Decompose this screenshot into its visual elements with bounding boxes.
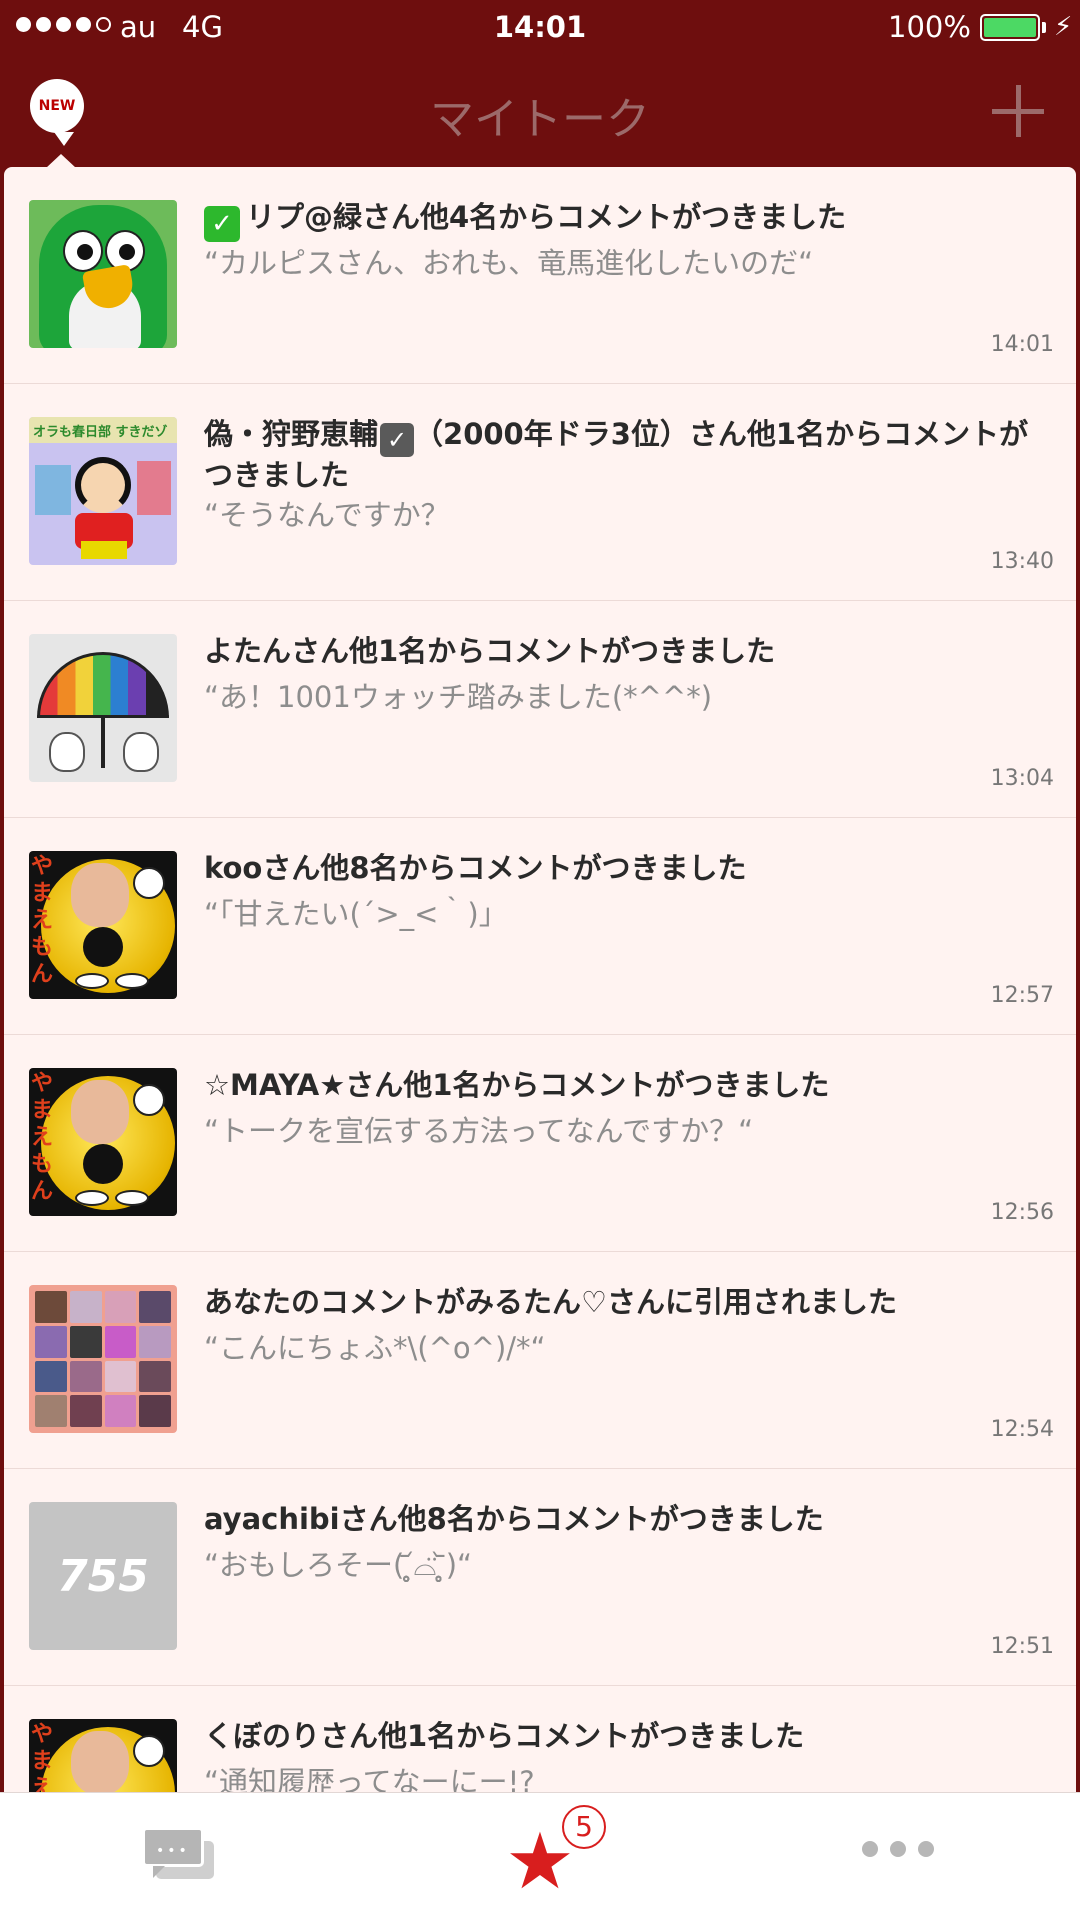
- charging-bolt-icon: ⚡: [1054, 12, 1073, 42]
- list-item[interactable]: 755 ayachibiさん他8名からコメントがつきました “おもしろそー( ̥…: [4, 1469, 1076, 1686]
- status-bar: au 4G 14:01 100% ⚡: [0, 0, 1080, 55]
- list-item[interactable]: やまえもん kooさん他8名からコメントがつきました “「甘えたい(´>_<｀)…: [4, 818, 1076, 1035]
- green-check-icon: ✓: [204, 206, 240, 242]
- avatar[interactable]: [29, 200, 177, 348]
- avatar[interactable]: やまえもん: [29, 1719, 177, 1792]
- avatar[interactable]: オラも春日部 すきだゾ: [29, 417, 177, 565]
- notification-quote: “おもしろそー( ̥̥̥̥̥̥̥̥᷄⌓̈ ̥̥̥̥̥̥̥̥᷅)“: [204, 1548, 473, 1582]
- notification-title: よたんさん他1名からコメントがつきました: [204, 634, 776, 668]
- notification-quote: “通知履歴ってなーにー!?: [204, 1765, 535, 1792]
- notification-list[interactable]: ✓ リプ@緑さん他4名からコメントがつきました “カルピスさん、おれも、竜馬進化し…: [4, 167, 1076, 1792]
- notification-time: 12:54: [990, 1417, 1054, 1442]
- notification-quote: “こんにちょふ*\(^o^)/*“: [204, 1331, 546, 1365]
- notification-time: 12:57: [990, 983, 1054, 1008]
- battery-tip: [1042, 22, 1046, 33]
- notification-title: ayachibiさん他8名からコメントがつきました: [204, 1502, 824, 1536]
- new-badge-pointer: [46, 154, 76, 168]
- notification-quote: “「甘えたい(´>_<｀)」: [204, 897, 508, 931]
- battery-icon: [980, 14, 1040, 41]
- list-item[interactable]: やまえもん くぼのりさん他1名からコメントがつきました “通知履歴ってなーにー!…: [4, 1686, 1076, 1792]
- more-dots-icon[interactable]: [862, 1841, 934, 1857]
- avatar[interactable]: 755: [29, 1502, 177, 1650]
- page-title: マイトーク: [430, 94, 650, 145]
- list-item[interactable]: やまえもん ☆MAYA★さん他1名からコメントがつきました “トークを宣伝する方…: [4, 1035, 1076, 1252]
- battery-percentage: 100%: [888, 10, 971, 44]
- notification-quote: “あ！1001ウォッチ踏みました(*^^*): [204, 680, 713, 714]
- nav-bar: NEW マイトーク: [0, 55, 1080, 167]
- notification-title: kooさん他8名からコメントがつきました: [204, 851, 747, 885]
- avatar[interactable]: やまえもん: [29, 1068, 177, 1216]
- list-item[interactable]: オラも春日部 すきだゾ 偽・狩野恵輔 ✓ （2000年ドラ3位）さん他1名からコメン…: [4, 384, 1076, 601]
- chat-bubbles-icon[interactable]: •••: [142, 1827, 216, 1885]
- list-item[interactable]: あなたのコメントがみるたん♡さんに引用されました “こんにちょふ*\(^o^)/…: [4, 1252, 1076, 1469]
- gray-check-icon: ✓: [380, 423, 415, 457]
- notification-title: ✓ リプ@緑さん他4名からコメントがつきました: [204, 199, 1054, 242]
- notification-quote: “トークを宣伝する方法ってなんですか？“: [204, 1114, 754, 1148]
- plus-icon[interactable]: [988, 81, 1048, 141]
- avatar[interactable]: [29, 1285, 177, 1433]
- notification-quote: “カルピスさん、おれも、竜馬進化したいのだ“: [204, 246, 814, 280]
- avatar[interactable]: やまえもん: [29, 851, 177, 999]
- notification-time: 14:01: [990, 332, 1054, 357]
- notification-count-badge: 5: [562, 1805, 606, 1849]
- notification-quote: “そうなんですか？: [204, 498, 450, 532]
- list-item[interactable]: ✓ リプ@緑さん他4名からコメントがつきました “カルピスさん、おれも、竜馬進化し…: [4, 167, 1076, 384]
- tab-bar: ••• ★ 5: [0, 1792, 1080, 1920]
- notification-time: 13:04: [990, 766, 1054, 791]
- notification-title: あなたのコメントがみるたん♡さんに引用されました: [204, 1285, 897, 1319]
- notification-title: くぼのりさん他1名からコメントがつきました: [204, 1719, 805, 1753]
- notification-time: 13:40: [990, 549, 1054, 574]
- notification-title: 偽・狩野恵輔 ✓ （2000年ドラ3位）さん他1名からコメントがつきました: [204, 417, 1029, 492]
- list-item[interactable]: よたんさん他1名からコメントがつきました “あ！1001ウォッチ踏みました(*^…: [4, 601, 1076, 818]
- notification-title: ☆MAYA★さん他1名からコメントがつきました: [204, 1068, 830, 1102]
- avatar[interactable]: [29, 634, 177, 782]
- notification-time: 12:51: [990, 1634, 1054, 1659]
- notification-time: 12:56: [990, 1200, 1054, 1225]
